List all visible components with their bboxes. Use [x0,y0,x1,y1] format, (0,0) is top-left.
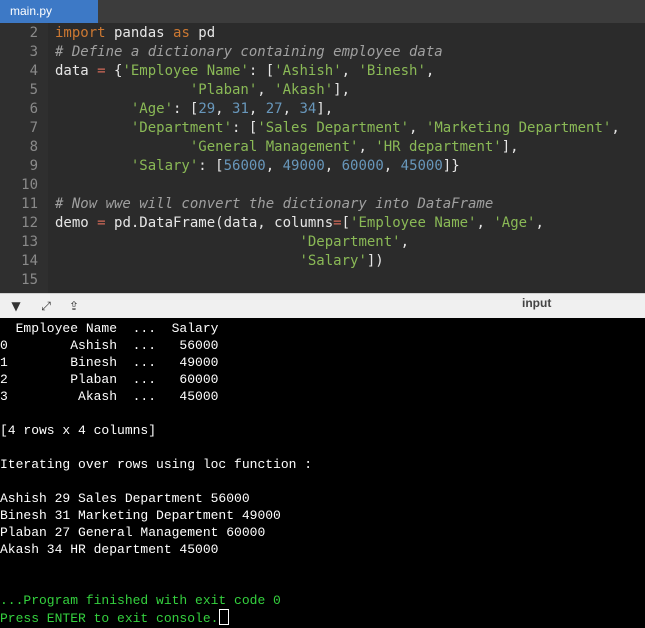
console-line: Ashish 29 Sales Department 56000 [0,491,250,506]
console-line: 3 Akash ... 45000 [0,389,219,404]
line-number: 5 [29,82,38,98]
console-line: Binesh 31 Marketing Department 49000 [0,508,281,523]
output-console[interactable]: Employee Name ... Salary 0 Ashish ... 560… [0,318,645,628]
share-icon[interactable]: ⇪ [66,298,82,314]
line-number: 10 [21,177,38,193]
online-ide: main.py 2 import pandas as pd 3 # Define a … [0,0,645,628]
tab-bar: main.py [0,0,645,23]
console-line: 2 Plaban ... 60000 [0,372,219,387]
text-cursor [219,609,230,625]
code-line[interactable]: 4 data = {'Employee Name': ['Ashish', 'Bi… [0,62,645,81]
line-number: 4 [29,63,38,79]
code-text: # Now wwe will convert the dictionary in… [55,196,494,212]
console-input-label: input [522,296,552,310]
line-number: 12 [21,215,38,231]
code-text: import pandas as pd [55,25,216,41]
code-line[interactable]: 13 'Department', [0,233,645,252]
console-toolbar: ▼ ⤢ ⇪ input [0,293,645,319]
expand-icon[interactable]: ⤢ [38,298,54,314]
code-editor[interactable]: 2 import pandas as pd 3 # Define a dictiona… [0,23,645,293]
line-number: 13 [21,234,38,250]
line-number: 8 [29,139,38,155]
code-text: demo = pd.DataFrame(data, columns=['Empl… [55,215,544,231]
code-text: 'General Management', 'HR department'], [189,139,519,155]
console-line: Employee Name ... Salary [0,321,219,336]
code-line[interactable]: 12 demo = pd.DataFrame(data, columns=['Em… [0,214,645,233]
line-number: 15 [21,272,38,288]
console-line: Iterating over rows using loc function : [0,457,313,472]
line-number: 9 [29,158,38,174]
code-text: 'Salary': [56000, 49000, 60000, 45000]} [130,158,460,174]
console-line: Akash 34 HR department 45000 [0,542,219,557]
console-line: [4 rows x 4 columns] [0,423,157,438]
code-line[interactable]: 10 [0,176,645,195]
code-line[interactable]: 9 'Salary': [56000, 49000, 60000, 45000]… [0,157,645,176]
code-line[interactable]: 3 # Define a dictionary containing employ… [0,43,645,62]
code-text: 'Plaban', 'Akash'], [189,82,351,98]
tab-main-py[interactable]: main.py [0,0,98,23]
code-line[interactable]: 8 'General Management', 'HR department']… [0,138,645,157]
code-line[interactable]: 2 import pandas as pd [0,24,645,43]
code-line[interactable]: 5 'Plaban', 'Akash'], [0,81,645,100]
code-line[interactable]: 11 # Now wwe will convert the dictionary … [0,195,645,214]
code-text: 'Department', [299,234,410,250]
line-number: 11 [21,196,38,212]
line-number: 6 [29,101,38,117]
chevron-down-icon[interactable]: ▼ [8,298,24,314]
code-text: 'Age': [29, 31, 27, 34], [130,101,334,117]
console-line: Press ENTER to exit console. [0,609,230,626]
line-number: 7 [29,120,38,136]
code-text: 'Department': ['Sales Department', 'Mark… [130,120,620,136]
code-line[interactable]: 7 'Department': ['Sales Department', 'Ma… [0,119,645,138]
line-number: 2 [29,25,38,41]
console-line: 0 Ashish ... 56000 [0,338,219,353]
code-text: data = {'Employee Name': ['Ashish', 'Bin… [55,63,435,79]
code-line[interactable]: 14 'Salary']) [0,252,645,271]
console-line: 1 Binesh ... 49000 [0,355,219,370]
code-text: 'Salary']) [299,253,384,269]
console-line: ...Program finished with exit code 0 [0,593,281,608]
code-line[interactable]: 6 'Age': [29, 31, 27, 34], [0,100,645,119]
code-text: # Define a dictionary containing employe… [55,44,443,60]
code-line[interactable]: 15 [0,271,645,290]
console-line: Plaban 27 General Management 60000 [0,525,266,540]
line-number: 3 [29,44,38,60]
line-number: 14 [21,253,38,269]
